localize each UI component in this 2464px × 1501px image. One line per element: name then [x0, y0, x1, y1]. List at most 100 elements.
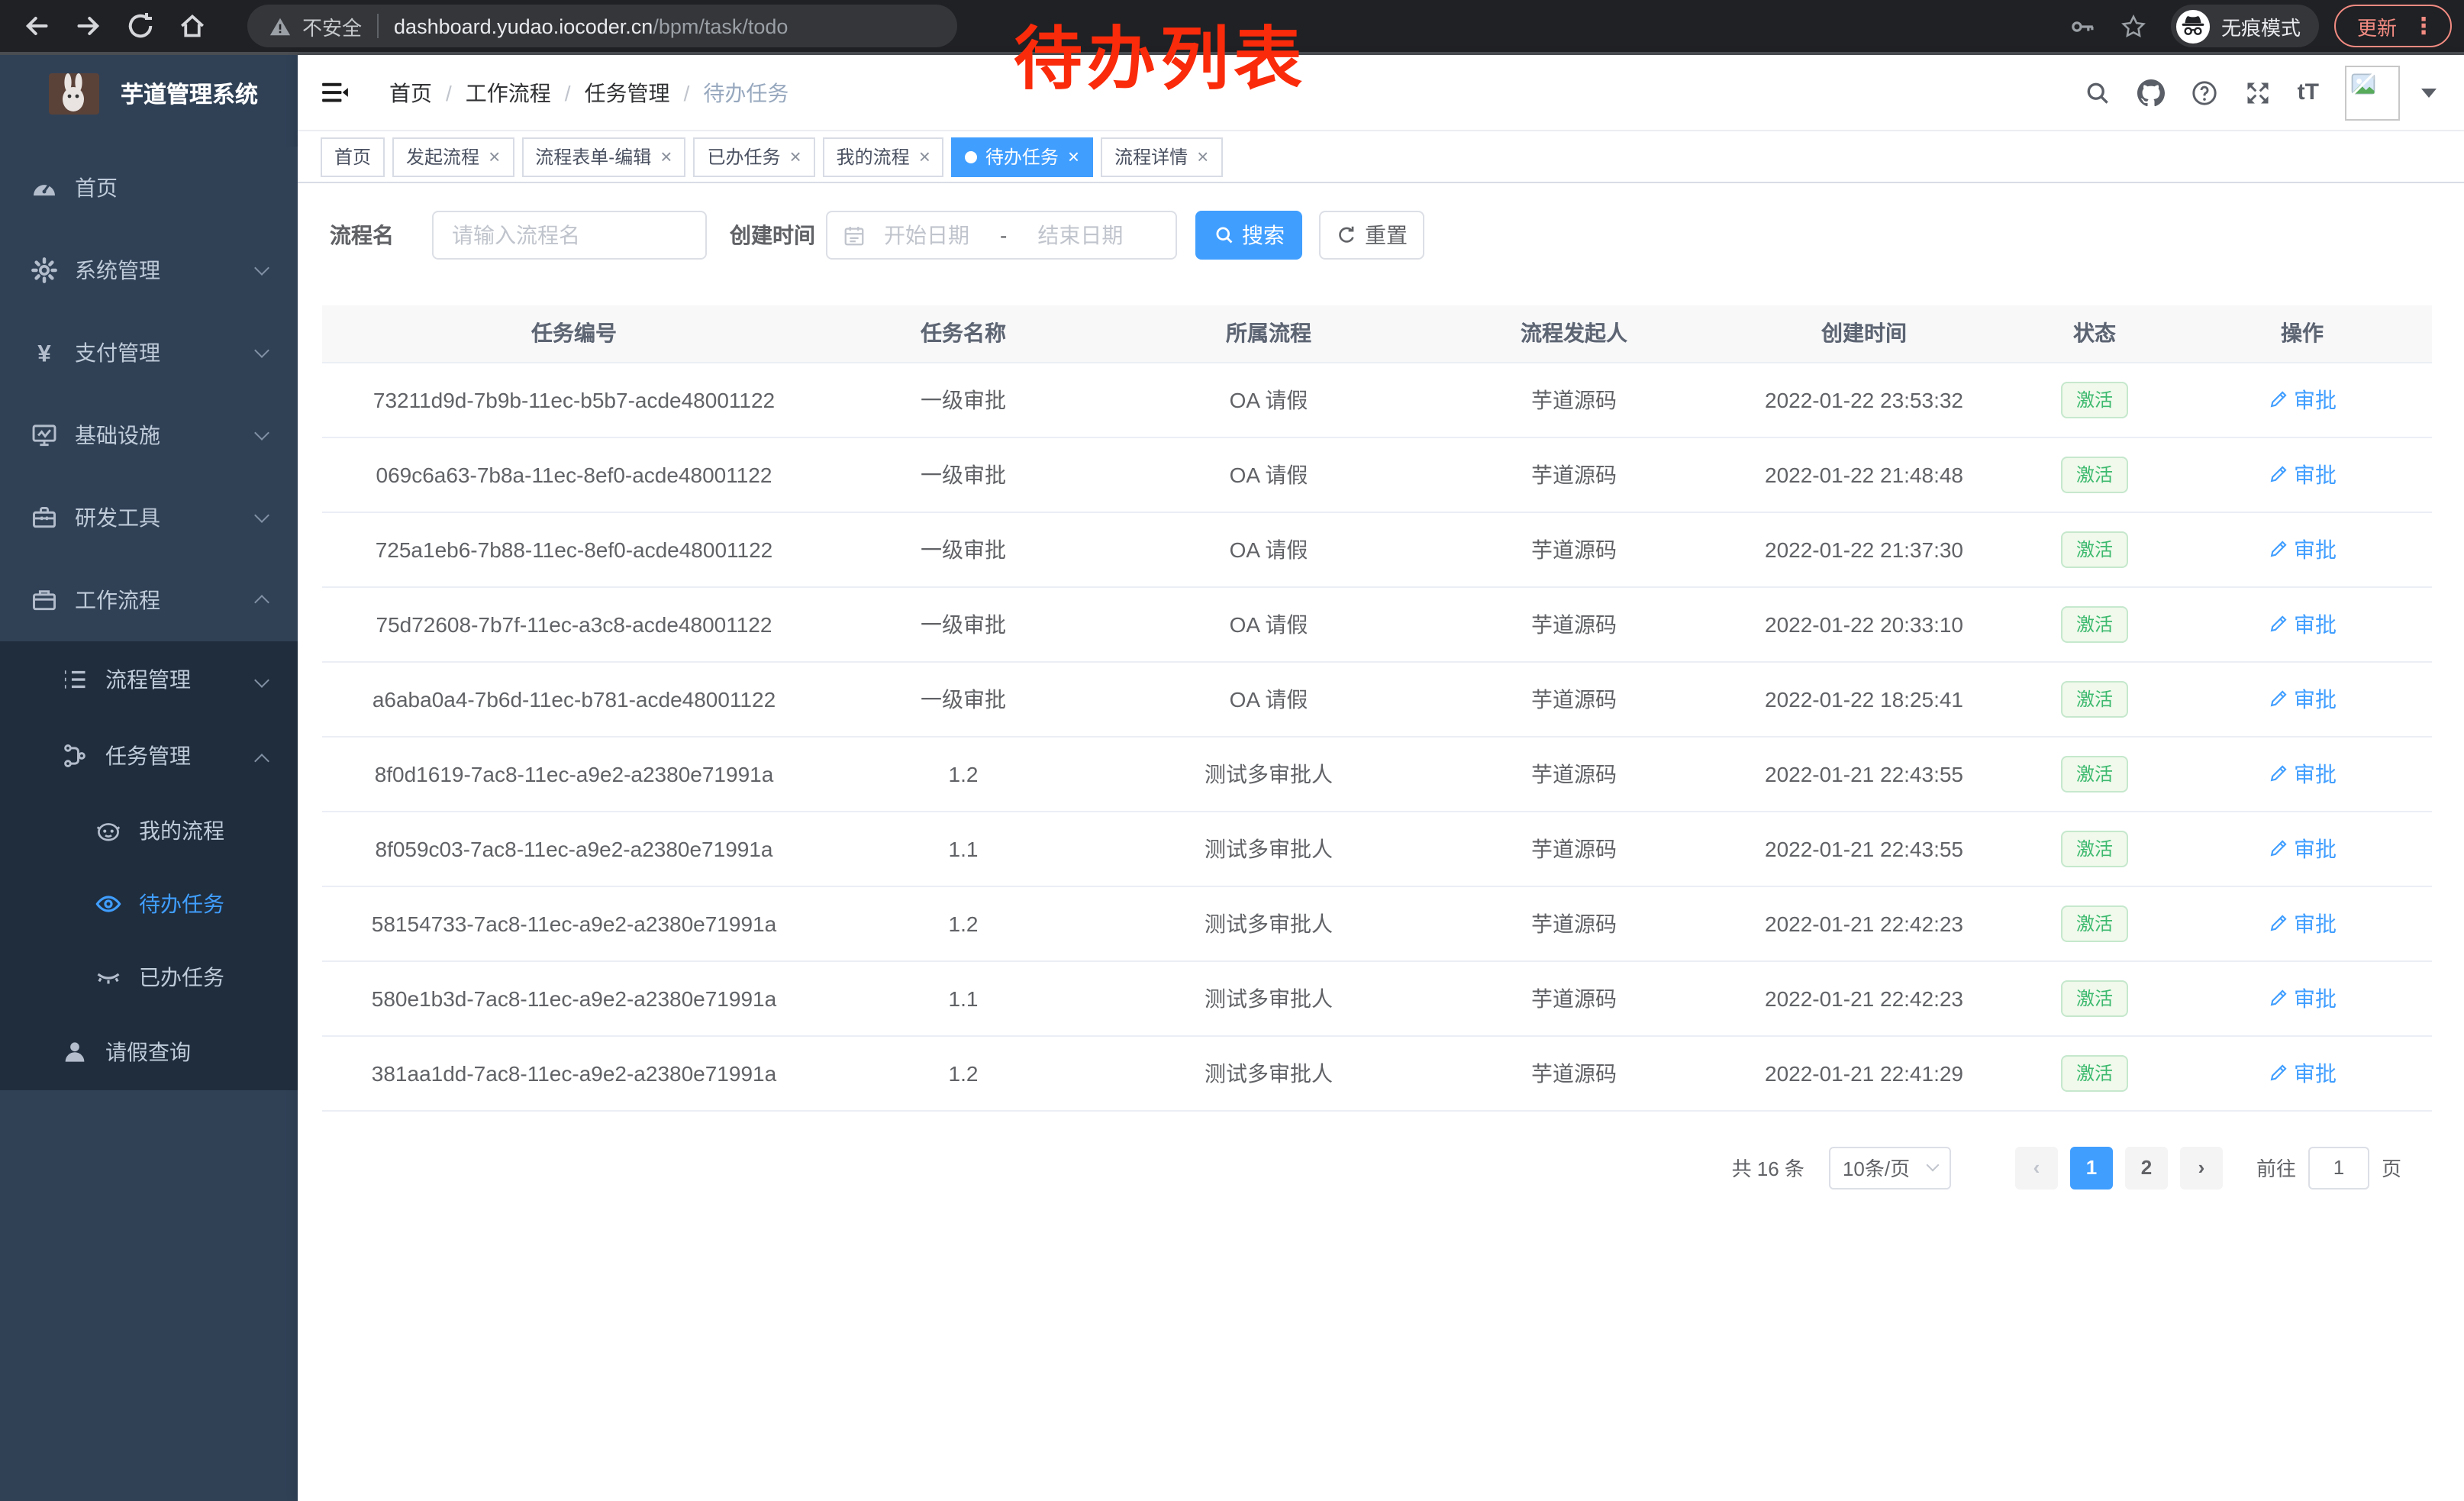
approve-button[interactable]: 审批	[2268, 608, 2337, 639]
approve-button[interactable]: 审批	[2268, 908, 2337, 938]
start-date-input[interactable]: 开始日期	[884, 220, 969, 250]
forward-icon[interactable]	[73, 11, 104, 41]
close-icon[interactable]: ×	[789, 147, 801, 166]
created-time-cell: 2022-01-22 18:25:41	[1711, 661, 2017, 736]
process-name-input[interactable]	[432, 211, 707, 260]
sidebar-item-process-mgmt[interactable]: 流程管理	[0, 641, 298, 718]
page-size-select[interactable]: 10条/页	[1829, 1146, 1951, 1189]
tab-process-form-edit[interactable]: 流程表单-编辑×	[521, 137, 685, 176]
fullscreen-icon[interactable]	[2244, 79, 2272, 106]
close-icon[interactable]: ×	[660, 147, 672, 166]
sidebar-item-label: 待办任务	[139, 889, 224, 919]
sidebar-item-my-process[interactable]: 我的流程	[0, 794, 298, 867]
sidebar-item-system-mgmt[interactable]: 系统管理	[0, 229, 298, 311]
sidebar-item-label: 流程管理	[105, 664, 191, 695]
sidebar-item-todo-task[interactable]: 待办任务	[0, 867, 298, 941]
page-button-2[interactable]: 2	[2125, 1146, 2168, 1189]
next-page-button[interactable]: ›	[2180, 1146, 2223, 1189]
sidebar-item-task-mgmt[interactable]: 任务管理	[0, 718, 298, 794]
close-icon[interactable]: ×	[1068, 147, 1079, 166]
table-row: 8f059c03-7ac8-11ec-a9e2-a2380e71991a1.1测…	[322, 811, 2432, 886]
sidebar-item-dev-tools[interactable]: 研发工具	[0, 476, 298, 559]
status-cell: 激活	[2017, 362, 2172, 437]
app-logo[interactable]: 芋道管理系统	[0, 55, 298, 131]
browser-menu-icon[interactable]: ⋮	[2412, 12, 2435, 40]
approve-label: 审批	[2294, 683, 2337, 714]
tab-my-process[interactable]: 我的流程×	[823, 137, 944, 176]
sidebar: 芋道管理系统 首页系统管理¥支付管理基础设施研发工具工作流程流程管理任务管理我的…	[0, 55, 298, 1501]
sidebar-item-home[interactable]: 首页	[0, 147, 298, 229]
prev-page-button[interactable]: ‹	[2015, 1146, 2058, 1189]
approve-button[interactable]: 审批	[2268, 833, 2337, 863]
approve-button[interactable]: 审批	[2268, 758, 2337, 789]
column-header: 创建时间	[1711, 305, 2017, 362]
bookmark-star-icon[interactable]	[2121, 13, 2146, 39]
process-cell: 测试多审批人	[1101, 811, 1437, 886]
address-bar[interactable]: 不安全 dashboard.yudao.iocoder.cn/bpm/task/…	[247, 5, 957, 47]
status-cell: 激活	[2017, 960, 2172, 1035]
end-date-input[interactable]: 结束日期	[1037, 220, 1123, 250]
close-icon[interactable]: ×	[489, 147, 500, 166]
sidebar-item-label: 研发工具	[75, 502, 160, 533]
search-icon[interactable]	[2084, 79, 2111, 106]
tab-done-task[interactable]: 已办任务×	[693, 137, 814, 176]
sidebar-item-payment-mgmt[interactable]: ¥支付管理	[0, 311, 298, 394]
update-label[interactable]: 更新	[2357, 11, 2397, 40]
close-icon[interactable]: ×	[1197, 147, 1208, 166]
reload-icon[interactable]	[125, 11, 156, 41]
table-row: 580e1b3d-7ac8-11ec-a9e2-a2380e71991a1.1测…	[322, 960, 2432, 1035]
tab-start-process[interactable]: 发起流程×	[392, 137, 514, 176]
breadcrumb-item[interactable]: 任务管理	[585, 77, 670, 108]
search-button-label: 搜索	[1242, 220, 1285, 250]
tab-todo-task[interactable]: 待办任务×	[952, 137, 1093, 176]
status-badge: 激活	[2061, 755, 2128, 792]
page-size-value: 10条/页	[1843, 1153, 1928, 1182]
approve-button[interactable]: 审批	[2268, 683, 2337, 714]
help-icon[interactable]	[2191, 79, 2218, 106]
sidebar-item-leave-query[interactable]: 请假查询	[0, 1014, 298, 1090]
task-table: 任务编号任务名称所属流程流程发起人创建时间状态操作 73211d9d-7b9b-…	[322, 305, 2432, 1111]
approve-button[interactable]: 审批	[2268, 534, 2337, 564]
approve-label: 审批	[2294, 534, 2337, 564]
page-button-1[interactable]: 1	[2070, 1146, 2113, 1189]
goto-page-input[interactable]	[2308, 1146, 2369, 1189]
date-range-picker[interactable]: 开始日期 - 结束日期	[826, 211, 1177, 260]
approve-button[interactable]: 审批	[2268, 983, 2337, 1013]
status-cell: 激活	[2017, 886, 2172, 960]
task-id-cell: 725a1eb6-7b88-11ec-8ef0-acde48001122	[322, 512, 826, 586]
not-secure-warning-icon[interactable]	[269, 15, 292, 37]
starter-cell: 芋道源码	[1437, 886, 1711, 960]
breadcrumb-item[interactable]: 首页	[389, 77, 432, 108]
column-header: 所属流程	[1101, 305, 1437, 362]
sidebar-collapse-icon[interactable]	[321, 79, 350, 105]
close-icon[interactable]: ×	[919, 147, 930, 166]
sidebar-item-infrastructure[interactable]: 基础设施	[0, 394, 298, 476]
briefcase-icon	[31, 586, 58, 614]
starter-cell: 芋道源码	[1437, 960, 1711, 1035]
back-icon[interactable]	[21, 11, 52, 41]
header-actions: tT	[2084, 65, 2464, 120]
chevron-up-icon	[254, 595, 269, 610]
avatar-dropdown-caret-icon[interactable]	[2421, 88, 2437, 97]
chevron-down-icon	[254, 508, 269, 523]
github-icon[interactable]	[2137, 79, 2165, 106]
approve-button[interactable]: 审批	[2268, 1057, 2337, 1088]
security-label[interactable]: 不安全	[302, 11, 362, 40]
search-button[interactable]: 搜索	[1195, 211, 1302, 260]
total-count: 共 16 条	[1732, 1153, 1804, 1182]
sidebar-item-done-task[interactable]: 已办任务	[0, 941, 298, 1014]
password-key-icon[interactable]	[2070, 13, 2096, 39]
tab-process-detail[interactable]: 流程详情×	[1101, 137, 1222, 176]
home-icon[interactable]	[177, 11, 208, 41]
incognito-label: 无痕模式	[2221, 11, 2301, 40]
browser-update-button[interactable]: 更新 ⋮	[2334, 5, 2452, 47]
reset-button[interactable]: 重置	[1319, 211, 1424, 260]
approve-button[interactable]: 审批	[2268, 459, 2337, 489]
avatar[interactable]	[2345, 65, 2400, 120]
logo-image	[49, 73, 99, 114]
approve-button[interactable]: 审批	[2268, 384, 2337, 415]
breadcrumb-item[interactable]: 工作流程	[466, 77, 551, 108]
text-size-icon[interactable]: tT	[2298, 79, 2319, 105]
tab-home[interactable]: 首页	[321, 137, 385, 176]
sidebar-item-workflow[interactable]: 工作流程	[0, 559, 298, 641]
